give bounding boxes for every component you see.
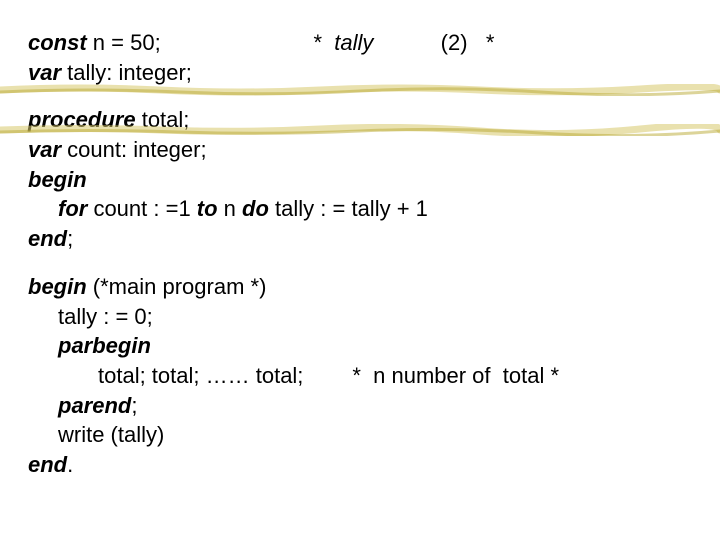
text: tally : = 0; — [58, 304, 153, 329]
kw-to: to — [197, 196, 218, 221]
text: write (tally) — [58, 422, 164, 447]
code-line-2: var tally: integer; — [28, 58, 692, 88]
text: ; — [67, 226, 73, 251]
kw-const: const — [28, 30, 87, 55]
kw-var: var — [28, 137, 61, 162]
code-line-12: parend; — [28, 391, 692, 421]
code-line-7: end; — [28, 224, 692, 254]
code-line-6: for count : =1 to n do tally : = tally +… — [28, 194, 692, 224]
code-line-3: procedure total; — [28, 105, 692, 135]
code-line-5: begin — [28, 165, 692, 195]
comment: * n number of total * — [303, 363, 559, 388]
text: n — [218, 196, 242, 221]
comment-tally: tally — [334, 30, 373, 55]
text: count : =1 — [87, 196, 196, 221]
kw-end: end — [28, 226, 67, 251]
code-line-9: tally : = 0; — [28, 302, 692, 332]
text: ; — [131, 393, 137, 418]
text: total; — [136, 107, 190, 132]
text: tally: integer; — [61, 60, 192, 85]
code-line-10: parbegin — [28, 331, 692, 361]
text: . — [67, 452, 73, 477]
text: count: integer; — [61, 137, 207, 162]
code-line-11: total; total; …… total; * n number of to… — [28, 361, 692, 391]
code-line-8: begin (*main program *) — [28, 272, 692, 302]
kw-do: do — [242, 196, 269, 221]
text: n = 50; — [87, 30, 314, 55]
text: (*main program *) — [87, 274, 267, 299]
code-line-14: end. — [28, 450, 692, 480]
kw-for: for — [58, 196, 87, 221]
kw-procedure: procedure — [28, 107, 136, 132]
code-line-4: var count: integer; — [28, 135, 692, 165]
code-line-13: write (tally) — [28, 420, 692, 450]
kw-parend: parend — [58, 393, 131, 418]
text: tally : = tally + 1 — [269, 196, 428, 221]
kw-var: var — [28, 60, 61, 85]
kw-end: end — [28, 452, 67, 477]
slide: const n = 50; * tally (2) * var tally: i… — [0, 0, 720, 540]
kw-begin: begin — [28, 167, 87, 192]
kw-parbegin: parbegin — [58, 333, 151, 358]
spacer — [28, 87, 692, 105]
code-line-1: const n = 50; * tally (2) * — [28, 28, 692, 58]
spacer — [28, 254, 692, 272]
text: total; total; …… total; — [98, 363, 303, 388]
kw-begin: begin — [28, 274, 87, 299]
comment-star: * — [314, 30, 335, 55]
comment-rest: (2) * — [373, 30, 494, 55]
